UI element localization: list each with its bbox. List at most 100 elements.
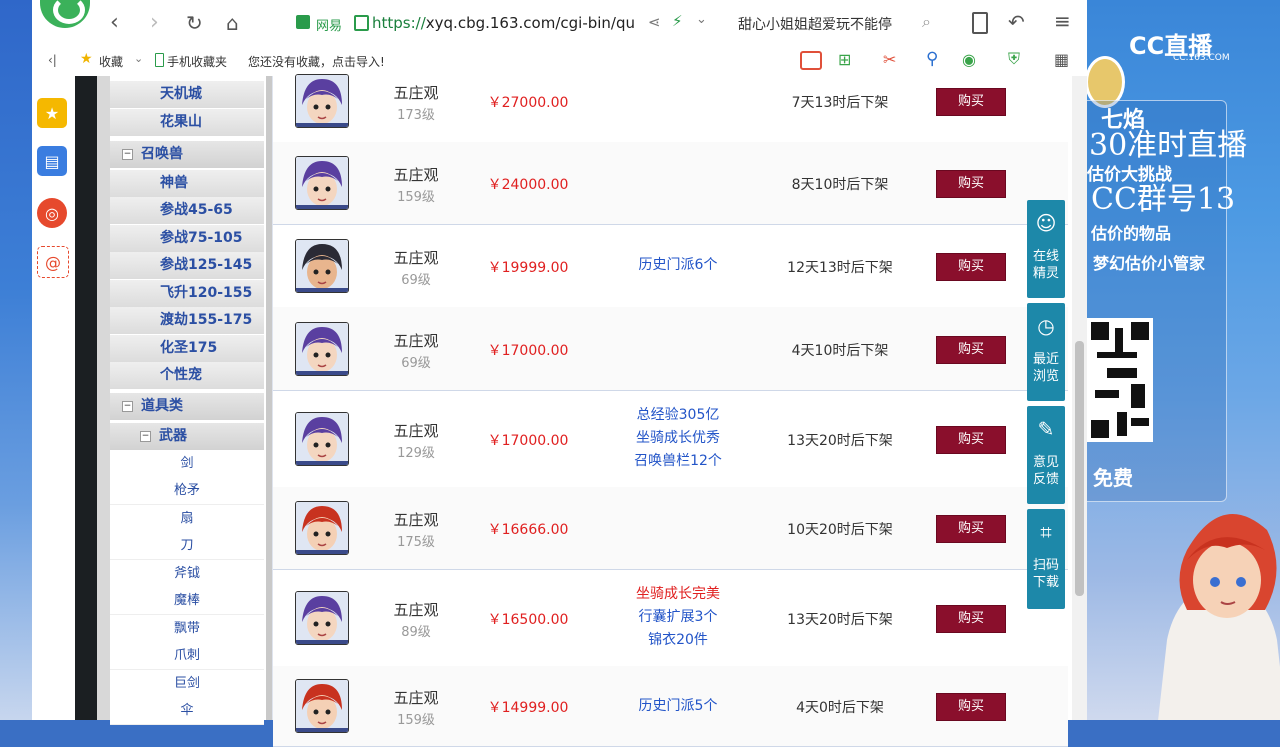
tree-item[interactable]: 斧钺	[110, 560, 264, 588]
mobile-favorites-link[interactable]: 手机收藏夹	[167, 53, 227, 70]
tree-item[interactable]: − 召唤兽	[110, 141, 264, 169]
school-name: 五庄观	[393, 331, 439, 350]
page-left-gutter	[97, 76, 110, 720]
character-avatar[interactable]	[295, 411, 349, 466]
overlay-line-4: 估价的物品	[1091, 224, 1172, 243]
side-panel-button[interactable]: ◷ 最近浏览	[1027, 303, 1065, 401]
school-name: 五庄观	[393, 689, 439, 707]
collapse-icon[interactable]: −	[140, 430, 151, 442]
buy-button[interactable]: 购买	[936, 88, 1006, 116]
tree-item[interactable]: 渡劫155-175	[110, 307, 264, 335]
refresh-button[interactable]: ↻	[186, 10, 203, 36]
character-avatar[interactable]	[295, 156, 349, 210]
tree-item[interactable]: 魔棒	[110, 587, 264, 615]
tree-item[interactable]: 花果山	[110, 109, 264, 137]
address-toolbar: ‹ › ↻ ⌂ 网易 https://xyq.cbg.163.com/cgi-b…	[32, 0, 1087, 47]
chevron-down-icon[interactable]: ⌄	[696, 12, 707, 27]
overlay-line-1: 30准时直播	[1089, 128, 1248, 163]
email-sidebar-icon[interactable]: @	[37, 246, 69, 278]
chevron-down-icon[interactable]: ⌄	[134, 52, 143, 65]
character-avatar[interactable]	[295, 238, 349, 293]
listing-row: 五庄观 173级 ￥27000.00 7天13时后下架 购买	[273, 60, 1068, 143]
side-panel-button[interactable]: ⌗ 扫码下载	[1027, 509, 1065, 609]
buy-button[interactable]: 购买	[936, 515, 1006, 543]
weibo-sidebar-icon[interactable]: ◎	[37, 198, 67, 228]
sidebar-toggle-button[interactable]: ‹|	[48, 53, 57, 67]
side-panel-button[interactable]: ✎ 意见反馈	[1027, 406, 1065, 504]
tree-item-label: 伞	[180, 703, 194, 718]
back-button[interactable]: ‹	[110, 10, 119, 36]
tree-item[interactable]: 巨剑	[110, 670, 264, 698]
browser-logo-icon[interactable]	[40, 0, 90, 28]
tree-item-label: 飞升120-155	[160, 285, 253, 301]
listing-row: 五庄观 69级 ￥19999.00 历史门派6个 12天13时后下架 购买	[273, 224, 1068, 308]
highlights[interactable]: 坐骑成长完美 行囊扩展3个 锦衣20件	[593, 583, 763, 652]
price: ￥17000.00	[487, 432, 569, 449]
news-sidebar-icon[interactable]: ▤	[37, 146, 67, 176]
tree-item[interactable]: − 武器	[110, 423, 264, 451]
buy-button[interactable]: 购买	[936, 335, 1006, 364]
buy-button[interactable]: 购买	[936, 170, 1006, 198]
search-icon[interactable]: ⌕	[922, 12, 931, 32]
page-scrollbar[interactable]	[1072, 76, 1087, 720]
tree-item[interactable]: 枪矛	[110, 477, 264, 505]
character-avatar[interactable]	[295, 590, 349, 645]
tree-item[interactable]: 个性宠	[110, 362, 264, 390]
buy-button[interactable]: 购买	[936, 604, 1006, 633]
anime-character-image	[1147, 470, 1280, 720]
highlights[interactable]: 历史门派6个	[593, 254, 763, 277]
forward-button[interactable]: ›	[150, 10, 159, 36]
tree-item[interactable]: 化圣175	[110, 335, 264, 363]
security-cert-icon[interactable]	[296, 15, 310, 29]
tree-item[interactable]: 参战75-105	[110, 225, 264, 253]
tree-item[interactable]: 扇	[110, 505, 264, 533]
tree-item[interactable]: 剑	[110, 450, 264, 478]
url-prefix: https://	[372, 14, 426, 32]
undo-icon[interactable]: ↶	[1008, 10, 1025, 34]
buy-button[interactable]: 购买	[936, 693, 1006, 721]
highlights[interactable]: 历史门派5个	[593, 695, 763, 718]
tree-item[interactable]: 神兽	[110, 170, 264, 198]
highlight-line: 行囊扩展3个	[638, 609, 718, 625]
tree-item[interactable]: 飞升120-155	[110, 280, 264, 308]
favorites-dropdown[interactable]: 收藏	[99, 53, 123, 70]
share-icon[interactable]: ⋖	[648, 13, 661, 31]
character-avatar[interactable]	[295, 74, 349, 128]
highlights[interactable]: 总经验305亿 坐骑成长优秀 召唤兽栏12个	[593, 404, 763, 473]
tree-item[interactable]: 飘带	[110, 615, 264, 643]
collapse-icon[interactable]: −	[122, 400, 133, 412]
character-avatar[interactable]	[295, 501, 349, 555]
search-box-text[interactable]: 甜心小姐姐超爱玩不能停	[738, 14, 892, 34]
side-panel-button[interactable]: ☺ 在线精灵	[1027, 200, 1065, 298]
tree-item[interactable]: 爪刺	[110, 642, 264, 670]
listing-row: 五庄观 159级 ￥14999.00 历史门派5个 4天0时后下架 购买	[273, 666, 1068, 747]
highlight-line: 召唤兽栏12个	[634, 453, 722, 469]
tree-item-label: 参战75-105	[160, 230, 243, 246]
url-field[interactable]: https://xyq.cbg.163.com/cgi-bin/qu	[372, 14, 635, 32]
character-level: 175级	[397, 535, 435, 550]
tree-item-label: 爪刺	[173, 648, 200, 663]
listing-row: 五庄观 129级 ￥17000.00 总经验305亿 坐骑成长优秀 召唤兽栏12个 13天2…	[273, 390, 1068, 488]
listing-row: 五庄观 89级 ￥16500.00 坐骑成长完美 行囊扩展3个 锦衣20件 13天20时后下…	[273, 569, 1068, 667]
favorites-star-icon[interactable]: ★	[80, 51, 93, 67]
cc-brand-sub: CC.163.COM	[1173, 53, 1230, 63]
tree-item[interactable]: 天机城	[110, 81, 264, 109]
collapse-icon[interactable]: −	[122, 148, 133, 160]
character-avatar[interactable]	[295, 321, 349, 376]
tree-item[interactable]: − 道具类	[110, 393, 264, 421]
buy-button[interactable]: 购买	[936, 425, 1006, 454]
character-avatar[interactable]	[295, 679, 349, 733]
home-button[interactable]: ⌂	[226, 10, 239, 36]
tree-item[interactable]: 刀	[110, 532, 264, 560]
favorites-sidebar-icon[interactable]: ★	[37, 98, 67, 128]
menu-icon[interactable]: ≡	[1054, 9, 1071, 33]
lightning-icon[interactable]: ⚡	[672, 12, 683, 30]
tree-item[interactable]: 参战45-65	[110, 197, 264, 225]
tree-item[interactable]: 参战125-145	[110, 252, 264, 280]
tablet-mode-icon[interactable]	[972, 12, 988, 34]
character-level: 173级	[397, 108, 435, 123]
scrollbar-thumb[interactable]	[1075, 341, 1084, 596]
buy-button[interactable]: 购买	[936, 252, 1006, 281]
highlight-line: 坐骑成长完美	[636, 586, 720, 602]
tree-item[interactable]: 伞	[110, 697, 264, 725]
